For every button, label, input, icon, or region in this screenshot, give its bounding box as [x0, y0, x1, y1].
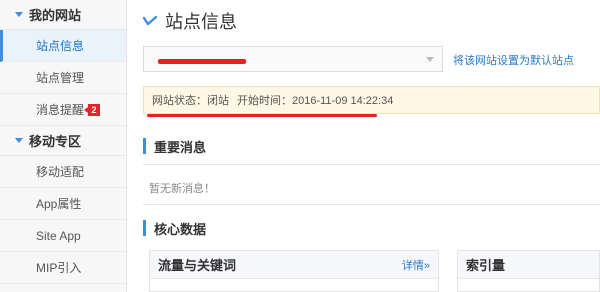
sidebar-item-messages[interactable]: 消息提醒 2: [0, 94, 126, 126]
sidebar-item-site-info[interactable]: 站点信息: [0, 30, 126, 62]
section-title-text: 核心数据: [154, 221, 207, 237]
sidebar-item-label: Site App: [36, 228, 81, 243]
section-title-text: 重要消息: [154, 139, 207, 155]
section-core-data: 核心数据: [143, 218, 206, 238]
sidebar-item-site-manage[interactable]: 站点管理: [0, 62, 126, 94]
check-logo-icon: [143, 16, 157, 26]
site-state-text: 网站状态：闭站: [152, 95, 229, 107]
chevron-down-icon: [426, 57, 434, 62]
details-link[interactable]: 详情»: [402, 257, 430, 273]
empty-messages-text: 暂无新消息！: [149, 183, 215, 195]
panel-header: 流量与关键词 详情»: [150, 251, 438, 279]
sidebar: 我的网站 站点信息 站点管理 消息提醒 2 移动专区 移动适配 App属性 Si…: [0, 0, 127, 292]
section-bar: [143, 138, 146, 154]
redaction-mark: [158, 59, 246, 64]
traffic-keywords-panel: 流量与关键词 详情»: [149, 250, 439, 292]
page-title: 站点信息: [165, 12, 237, 32]
panel-header: 索引量: [458, 251, 599, 279]
sidebar-item-site-app[interactable]: Site App: [0, 220, 126, 252]
sidebar-group-my-site[interactable]: 我的网站: [0, 0, 126, 30]
highlight-underline: [147, 114, 377, 117]
caret-down-icon: [15, 12, 23, 17]
main-content: 站点信息 将该网站设置为默认站点 网站状态：闭站 开始时间：2016-11-09…: [127, 0, 600, 292]
sidebar-item-mip[interactable]: MIP引入: [0, 252, 126, 284]
sidebar-group-label: 移动专区: [29, 134, 82, 149]
sidebar-item-label: 站点信息: [36, 39, 85, 53]
panel-title: 流量与关键词: [158, 258, 237, 273]
sidebar-item-label: MIP引入: [36, 261, 82, 275]
sidebar-item-label: 消息提醒: [36, 103, 85, 117]
sidebar-item-mobile-adapt[interactable]: 移动适配: [0, 156, 126, 188]
index-volume-panel: 索引量: [457, 250, 600, 292]
set-default-site-link[interactable]: 将该网站设置为默认站点: [453, 52, 574, 68]
panel-title: 索引量: [466, 258, 506, 273]
caret-down-icon: [15, 138, 23, 143]
sidebar-group-mobile[interactable]: 移动专区: [0, 126, 126, 156]
site-select[interactable]: [143, 46, 443, 72]
sidebar-group-label: 我的网站: [29, 8, 82, 23]
message-count-badge: 2: [84, 103, 101, 116]
site-status-bar: 网站状态：闭站 开始时间：2016-11-09 14:22:34: [143, 86, 600, 114]
sidebar-item-label: 移动适配: [36, 165, 85, 179]
section-important-messages: 重要消息: [143, 136, 206, 156]
divider: [143, 204, 600, 205]
start-time-text: 开始时间：2016-11-09 14:22:34: [237, 95, 394, 107]
sidebar-item-label: 站点管理: [36, 71, 85, 85]
sidebar-item-app-props[interactable]: App属性: [0, 188, 126, 220]
section-bar: [143, 220, 146, 236]
divider: [143, 164, 600, 165]
sidebar-item-label: App属性: [36, 197, 82, 211]
page-header: 站点信息: [143, 8, 237, 34]
